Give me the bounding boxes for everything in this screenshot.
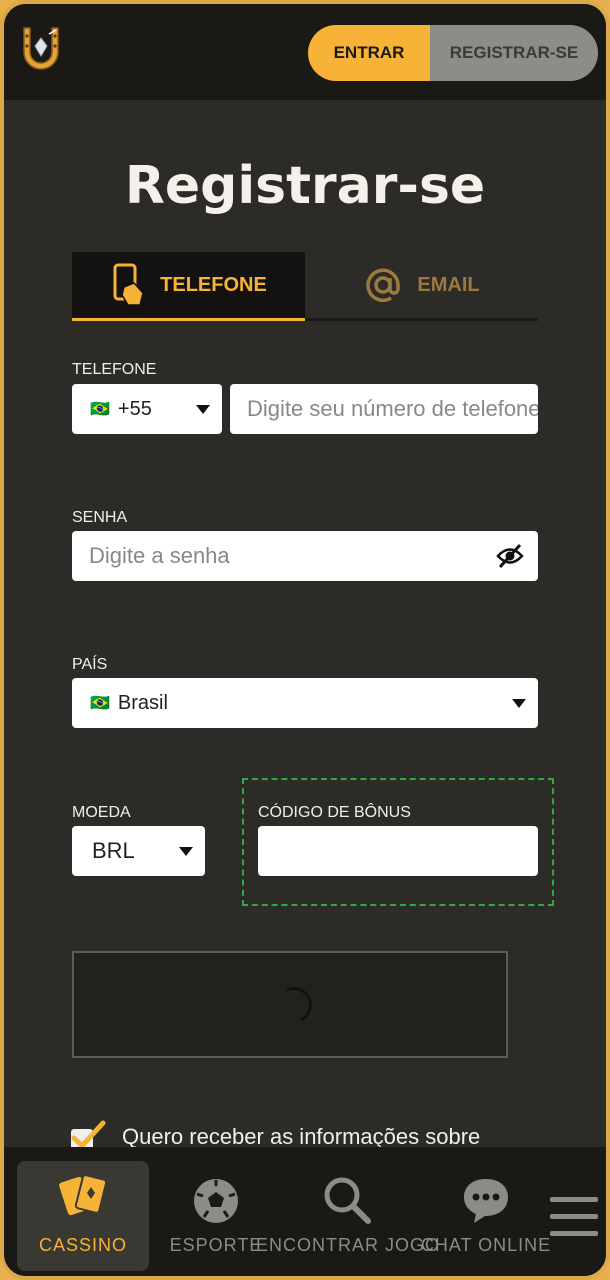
currency-label: MOEDA: [72, 804, 131, 821]
eye-off-icon[interactable]: [496, 543, 524, 569]
nav-sports[interactable]: ESPORTE: [164, 1161, 268, 1271]
tab-email[interactable]: EMAIL: [305, 252, 538, 321]
nav-find-game[interactable]: ENCONTRAR JOGO: [256, 1161, 439, 1271]
nav-chat-label: CHAT ONLINE: [420, 1235, 552, 1255]
phone-input[interactable]: Digite seu número de telefone: [230, 384, 538, 434]
country-label: PAÍS: [72, 656, 108, 673]
soccer-ball-icon: [194, 1179, 238, 1223]
tab-email-label: EMAIL: [417, 273, 480, 296]
page-title: Registrar-se: [124, 156, 486, 216]
brazil-flag-icon: 🇧🇷: [90, 401, 110, 418]
phone-icon: [113, 263, 144, 306]
password-label: SENHA: [72, 509, 128, 526]
nav-casino[interactable]: CASSINO: [17, 1161, 149, 1271]
nav-chat[interactable]: CHAT ONLINE: [421, 1161, 550, 1271]
chat-icon: [464, 1179, 508, 1223]
password-placeholder: Digite a senha: [89, 543, 230, 568]
currency-value: BRL: [92, 838, 135, 863]
nav-find-game-label: ENCONTRAR JOGO: [256, 1235, 441, 1255]
bonus-code-label: CÓDIGO DE BÔNUS: [258, 804, 411, 821]
cards-icon: [59, 1174, 108, 1216]
tab-phone-label: TELEFONE: [160, 273, 267, 296]
login-button[interactable]: ENTRAR: [308, 25, 430, 81]
bonus-code-input[interactable]: [258, 826, 538, 876]
country-code-select[interactable]: 🇧🇷 +55: [72, 384, 222, 434]
password-input[interactable]: Digite a senha: [72, 531, 538, 581]
country-select[interactable]: 🇧🇷 Brasil: [72, 678, 538, 728]
register-button[interactable]: REGISTRAR-SE: [430, 25, 598, 81]
brazil-flag-icon: 🇧🇷: [90, 695, 110, 712]
country-value: Brasil: [117, 691, 168, 714]
at-icon: [366, 268, 401, 303]
horseshoe-logo-icon[interactable]: [16, 24, 66, 80]
phone-placeholder: Digite seu número de telefone: [247, 396, 538, 421]
chevron-down-icon: [179, 847, 193, 856]
hamburger-menu-icon[interactable]: [550, 1197, 598, 1237]
nav-casino-label: CASSINO: [38, 1235, 128, 1255]
search-icon: [324, 1177, 371, 1224]
bottom-nav: CASSINO ESPORTE ENCONTRAR JOGO CHAT ONLI…: [4, 1147, 606, 1276]
chevron-down-icon: [512, 699, 526, 708]
chevron-down-icon: [196, 405, 210, 414]
top-bar: ENTRAR REGISTRAR-SE: [4, 4, 606, 100]
phone-label: TELEFONE: [72, 361, 157, 378]
currency-select[interactable]: BRL: [72, 826, 205, 876]
country-code-value: +55: [117, 397, 152, 420]
tab-phone[interactable]: TELEFONE: [72, 252, 305, 321]
app-frame: ENTRAR REGISTRAR-SE Registrar-se TELEFON…: [0, 0, 610, 1280]
nav-sports-label: ESPORTE: [169, 1235, 263, 1255]
